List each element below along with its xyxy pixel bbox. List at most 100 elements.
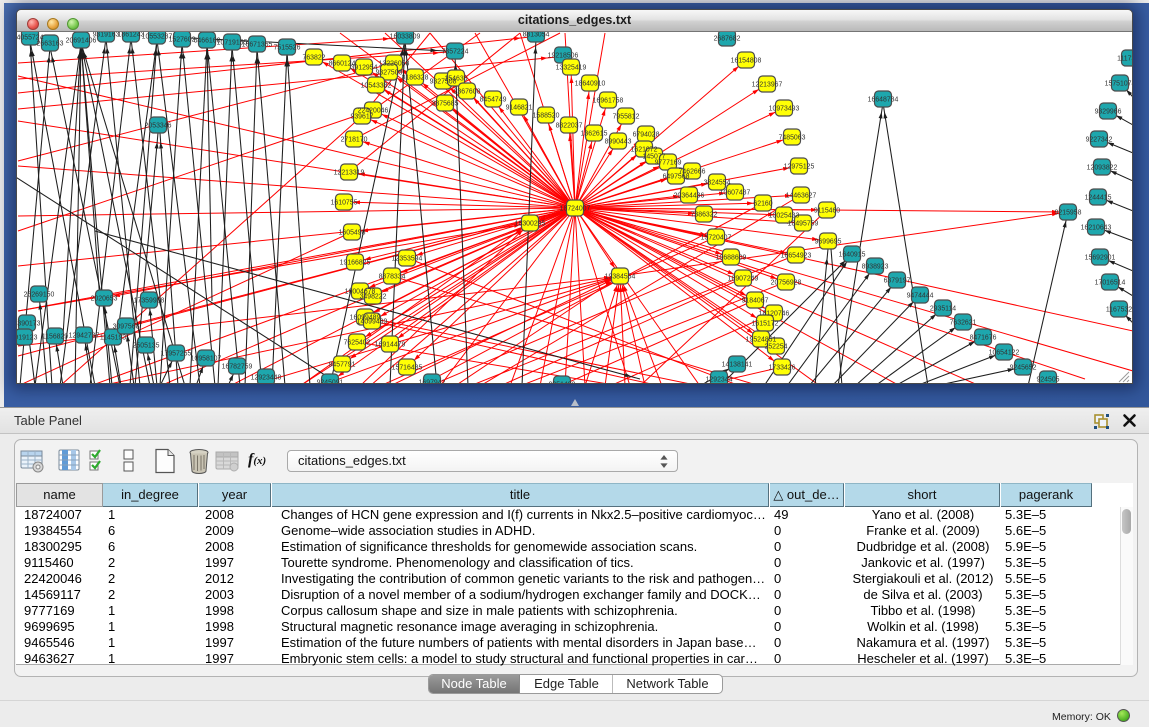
- svg-text:154636: 154636: [445, 76, 468, 83]
- svg-text:62160: 62160: [753, 201, 772, 208]
- svg-text:8186328: 8186328: [402, 75, 429, 82]
- svg-text:9184067: 9184067: [742, 298, 769, 305]
- svg-text:2053346: 2053346: [145, 123, 172, 130]
- svg-text:15751074: 15751074: [1105, 81, 1132, 88]
- svg-text:17957255: 17957255: [161, 351, 192, 358]
- svg-text:1362615: 1362615: [581, 131, 608, 138]
- svg-text:1167532: 1167532: [1106, 307, 1132, 314]
- svg-text:7357224: 7357224: [442, 49, 469, 56]
- svg-text:7955812: 7955812: [613, 114, 640, 121]
- svg-text:3912954: 3912954: [351, 65, 378, 72]
- svg-text:1615172: 1615172: [752, 321, 779, 328]
- svg-text:16961758: 16961758: [593, 98, 624, 105]
- svg-text:9245091: 9245091: [317, 380, 344, 384]
- svg-text:8938923: 8938923: [862, 264, 889, 271]
- svg-text:16654923: 16654923: [781, 253, 812, 260]
- svg-text:8878334: 8878334: [379, 274, 406, 281]
- svg-text:12213319: 12213319: [334, 170, 365, 177]
- svg-text:1588520: 1588520: [533, 113, 560, 120]
- svg-text:939617: 939617: [351, 114, 374, 121]
- svg-text:19166825: 19166825: [340, 260, 371, 267]
- svg-text:16671355: 16671355: [242, 42, 273, 49]
- svg-text:2367608: 2367608: [454, 89, 481, 96]
- svg-text:18907249: 18907249: [728, 276, 759, 283]
- svg-text:1292344: 1292344: [706, 377, 733, 384]
- svg-text:18640910: 18640910: [575, 81, 606, 88]
- svg-text:15716485: 15716485: [392, 365, 423, 372]
- svg-text:7386322: 7386322: [691, 212, 718, 219]
- svg-text:15720407: 15720407: [701, 235, 732, 242]
- svg-text:9777169: 9777169: [655, 160, 682, 167]
- svg-text:1527602: 1527602: [169, 37, 196, 44]
- svg-text:10958107: 10958107: [191, 356, 222, 363]
- svg-text:9329966: 9329966: [1095, 109, 1122, 116]
- svg-text:12213967: 12213967: [752, 82, 783, 89]
- svg-text:20691406: 20691406: [66, 38, 97, 45]
- svg-text:10543382: 10543382: [361, 83, 392, 90]
- svg-text:19384554: 19384554: [605, 274, 636, 281]
- svg-text:7632621: 7632621: [950, 320, 977, 327]
- svg-text:18300295: 18300295: [515, 221, 546, 228]
- svg-text:1861243: 1861243: [118, 32, 145, 39]
- svg-text:10607487: 10607487: [720, 190, 751, 197]
- svg-text:3875685: 3875685: [432, 101, 459, 108]
- svg-text:12093822: 12093822: [1087, 165, 1118, 172]
- svg-text:7515526: 7515526: [274, 45, 301, 52]
- svg-text:1697942: 1697942: [419, 380, 446, 384]
- svg-text:9457791: 9457791: [329, 362, 356, 369]
- svg-text:924505: 924505: [1037, 377, 1060, 384]
- svg-text:2663163: 2663163: [37, 41, 64, 48]
- svg-text:26269150: 26269150: [24, 292, 55, 299]
- svg-text:6379197: 6379197: [884, 278, 911, 285]
- svg-text:10688609: 10688609: [716, 255, 747, 262]
- svg-text:10654122: 10654122: [989, 350, 1020, 357]
- svg-text:9245652: 9245652: [1010, 365, 1037, 372]
- svg-text:17359938: 17359938: [134, 298, 165, 305]
- svg-text:16154808: 16154808: [731, 58, 762, 65]
- svg-text:16782759: 16782759: [222, 364, 253, 371]
- svg-text:1117302: 1117302: [1117, 56, 1132, 63]
- svg-text:18120746: 18120746: [759, 311, 790, 318]
- svg-text:20364436: 20364436: [674, 193, 705, 200]
- svg-text:9327503: 9327503: [376, 70, 403, 77]
- svg-text:1733426: 1733426: [769, 365, 796, 372]
- svg-text:8813054: 8813054: [523, 32, 550, 39]
- svg-text:9115460: 9115460: [814, 208, 840, 215]
- svg-text:16210643: 16210643: [1081, 225, 1112, 232]
- svg-text:9699695: 9699695: [815, 239, 842, 246]
- svg-text:10973493: 10973493: [769, 106, 800, 113]
- svg-text:16914479: 16914479: [375, 342, 406, 349]
- svg-text:252254: 252254: [765, 344, 788, 351]
- svg-text:14099489: 14099489: [357, 319, 388, 326]
- svg-text:8454749: 8454749: [480, 97, 507, 104]
- svg-text:16033809: 16033809: [390, 34, 421, 41]
- svg-text:1640915: 1640915: [839, 252, 866, 259]
- svg-text:3919123: 3919123: [17, 335, 38, 342]
- svg-text:19524851: 19524851: [746, 337, 777, 344]
- svg-text:9319163: 9319163: [93, 32, 120, 39]
- svg-text:9215958: 9215958: [1055, 210, 1082, 217]
- svg-text:7462666: 7462666: [679, 169, 706, 176]
- svg-text:12975125: 12975125: [784, 164, 815, 171]
- svg-text:1244415: 1244415: [1085, 195, 1112, 202]
- svg-text:17016514: 17016514: [1095, 280, 1126, 287]
- svg-text:1610755: 1610755: [331, 200, 358, 207]
- svg-text:3097568: 3097568: [113, 324, 140, 331]
- svg-text:14463627: 14463627: [786, 193, 817, 200]
- svg-text:13226058: 13226058: [379, 61, 410, 68]
- svg-text:10025433: 10025433: [769, 213, 800, 220]
- svg-text:16648784: 16648784: [868, 97, 899, 104]
- svg-text:7625402: 7625402: [344, 340, 371, 347]
- svg-text:9227342: 9227342: [1086, 137, 1113, 144]
- svg-text:8471676: 8471676: [970, 335, 997, 342]
- svg-text:9474444: 9474444: [907, 293, 934, 300]
- svg-text:12923448: 12923448: [251, 375, 282, 382]
- svg-text:3390173: 3390173: [17, 321, 41, 328]
- svg-text:2020653: 2020653: [91, 296, 118, 303]
- svg-text:18724007: 18724007: [560, 206, 591, 213]
- svg-text:3498222: 3498222: [360, 294, 387, 301]
- svg-text:18495759: 18495759: [788, 221, 819, 228]
- svg-text:2718170: 2718170: [341, 137, 368, 144]
- svg-text:1621072: 1621072: [631, 147, 658, 154]
- svg-text:20756928: 20756928: [771, 280, 802, 287]
